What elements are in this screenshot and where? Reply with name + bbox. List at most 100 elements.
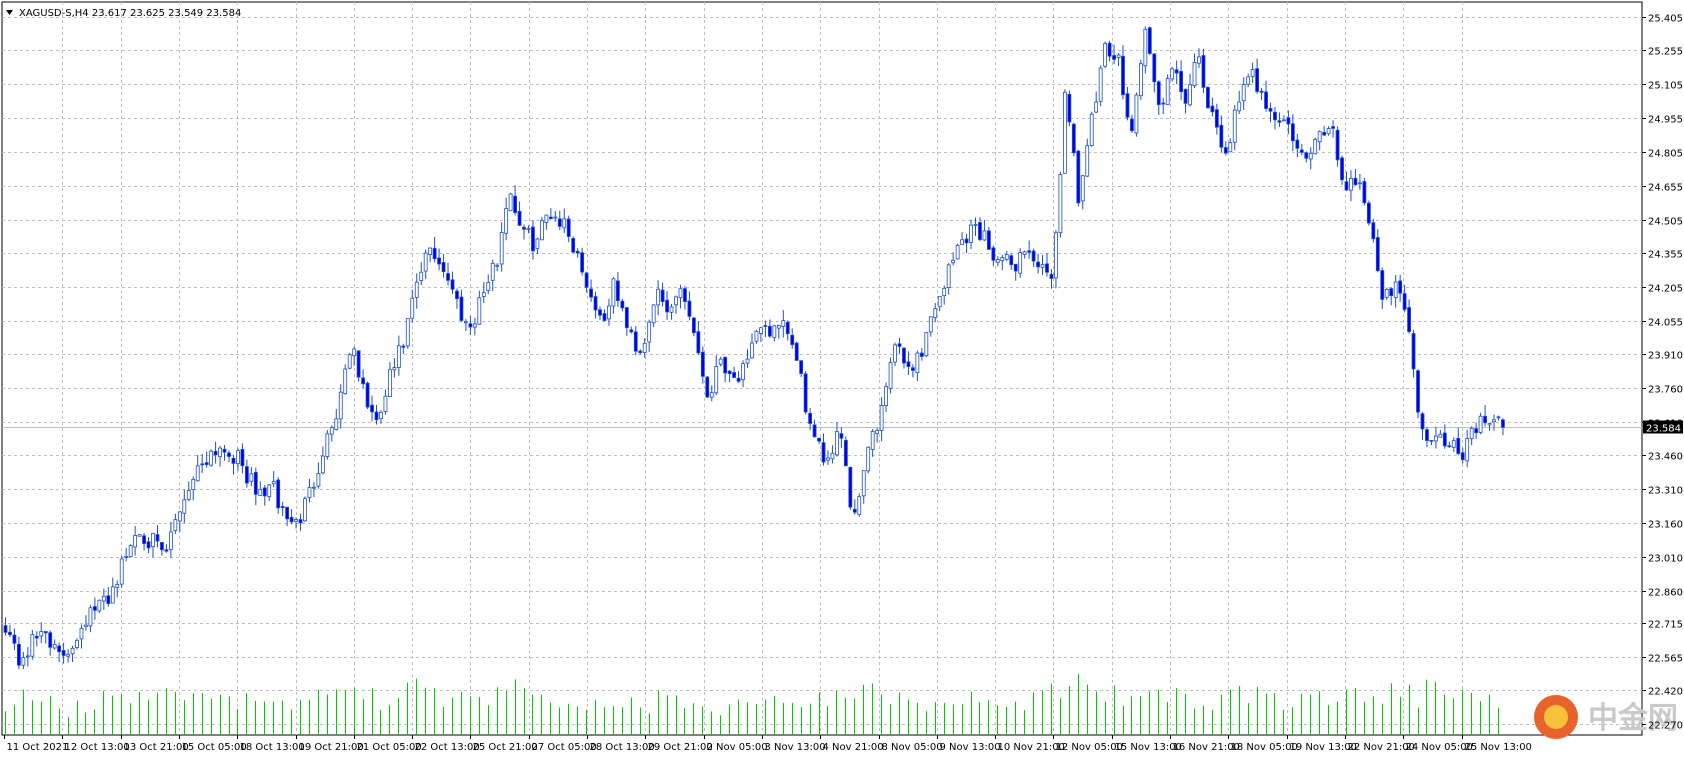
plot-area[interactable]	[1, 1, 1643, 736]
x-tick-label: 25 Oct 21:00	[473, 742, 538, 753]
candle-bullish	[182, 499, 187, 514]
candle-bearish	[446, 273, 450, 281]
candle-bearish	[987, 230, 991, 250]
current-price-label: 23.584	[1646, 424, 1681, 435]
candle-bullish	[1393, 281, 1398, 298]
x-tick-label: 2 Nov 05:00	[707, 742, 768, 753]
candle-bearish	[370, 404, 374, 413]
candle-bullish	[759, 327, 763, 334]
current-price-tag: 23.584	[1643, 420, 1683, 435]
candle-bearish	[1013, 263, 1018, 272]
candle-bearish	[1411, 333, 1416, 370]
y-tick-label: 22.270	[1648, 721, 1683, 732]
candle-bullish	[553, 216, 558, 219]
candle-bullish	[133, 535, 138, 548]
candle-bearish	[1362, 181, 1367, 204]
price-chart[interactable]: 中金网 25.405 25.255 25.105 24.955 24.805 24.655…	[0, 0, 1684, 767]
candle-bearish	[615, 280, 620, 302]
candle-bullish	[499, 232, 504, 265]
candle-bearish	[1366, 202, 1371, 224]
candle-bearish	[43, 631, 48, 634]
y-tick-label: 23.460	[1648, 452, 1683, 463]
candle-bullish	[982, 230, 987, 241]
candle-bullish	[951, 259, 956, 264]
candle-bearish	[763, 325, 768, 327]
y-tick-label: 24.205	[1648, 284, 1683, 295]
candle-bullish	[1143, 28, 1148, 67]
candle-bearish	[683, 288, 687, 302]
x-tick-label: 18 Oct 13:00	[240, 742, 305, 753]
candle-bullish	[151, 532, 155, 548]
candle-bearish	[705, 376, 710, 398]
candle-bearish	[598, 309, 602, 316]
x-tick-label: 24 Nov 05:00	[1406, 742, 1473, 753]
candle-bearish	[1264, 91, 1268, 109]
candle-bearish	[1389, 288, 1394, 296]
candle-bullish	[338, 391, 343, 420]
candle-bullish	[656, 288, 661, 306]
candle-bearish	[817, 437, 821, 442]
candle-bullish	[857, 496, 862, 515]
candle-bearish	[441, 262, 446, 273]
chart-header: XAGUSD-S,H4 23.617 23.625 23.549 23.584	[6, 8, 241, 19]
candle-bullish	[1438, 433, 1443, 438]
y-tick-label: 24.955	[1648, 115, 1683, 126]
candle-bullish	[352, 348, 357, 357]
candle-bearish	[1371, 222, 1376, 240]
candle-bearish	[1076, 150, 1081, 204]
candle-bullish	[955, 245, 960, 260]
candle-bearish	[1071, 123, 1076, 154]
x-tick-label: 25 Nov 13:00	[1465, 742, 1532, 753]
candle-bullish	[946, 264, 951, 288]
candle-bearish	[1268, 108, 1273, 112]
candle-bullish	[294, 518, 298, 522]
candle-bearish	[785, 321, 790, 335]
candle-bullish	[405, 318, 410, 347]
candle-bearish	[522, 226, 526, 230]
candle-bearish	[584, 272, 589, 288]
candle-bearish	[767, 325, 772, 337]
candle-bullish	[607, 305, 611, 320]
candle-bullish	[937, 295, 942, 308]
candle-bullish	[110, 586, 115, 604]
x-tick-label: 8 Nov 05:00	[882, 742, 943, 753]
candle-bearish	[459, 296, 464, 321]
candle-bullish	[490, 262, 495, 281]
candle-bullish	[1089, 113, 1094, 146]
y-tick-label: 25.405	[1648, 14, 1683, 25]
candle-bearish	[48, 632, 53, 648]
candle-bearish	[848, 467, 853, 508]
candle-bullish	[1358, 182, 1362, 185]
y-tick-label: 22.420	[1648, 687, 1683, 698]
candle-bearish	[1125, 93, 1130, 118]
candle-bearish	[1107, 42, 1112, 57]
candle-bullish	[678, 288, 683, 299]
chart-window[interactable]: 中金网 25.405 25.255 25.105 24.955 24.805 24.655…	[0, 0, 1684, 767]
candle-bearish	[843, 439, 848, 467]
candle-bullish	[1197, 56, 1201, 64]
candle-bullish	[477, 297, 482, 325]
candle-bearish	[687, 300, 692, 317]
candle-bearish	[1425, 429, 1429, 441]
candle-bullish	[419, 271, 424, 281]
x-tick-label: 28 Oct 13:00	[590, 742, 655, 753]
candle-bullish	[835, 431, 839, 456]
candle-bullish	[1098, 67, 1103, 102]
candle-bullish	[410, 297, 415, 319]
candle-bearish	[455, 290, 459, 300]
candle-bearish	[696, 331, 701, 354]
candle-bullish	[481, 292, 486, 297]
candle-bullish	[30, 634, 35, 657]
candle-bearish	[365, 382, 370, 408]
candle-bearish	[1201, 55, 1206, 88]
candle-bearish	[902, 347, 906, 364]
candle-bearish	[580, 252, 585, 273]
y-tick-label: 25.255	[1648, 47, 1683, 58]
candle-bullish	[562, 218, 567, 229]
candle-bearish	[1474, 428, 1479, 434]
candle-bullish	[1250, 69, 1255, 77]
candle-bearish	[571, 238, 576, 253]
candle-bearish	[1179, 71, 1184, 93]
candle-bearish	[794, 342, 799, 361]
candle-bullish	[1237, 101, 1242, 112]
